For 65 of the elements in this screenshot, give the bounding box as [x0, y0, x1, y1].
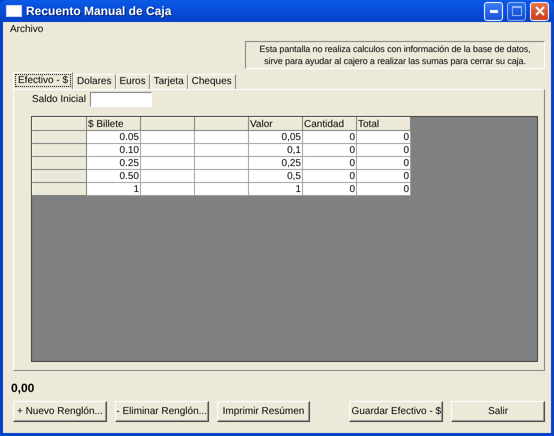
table-cell	[140, 130, 194, 144]
column-header: Total	[356, 118, 410, 130]
row-header[interactable]	[32, 182, 86, 196]
table-cell: 0,25	[248, 156, 302, 170]
column-header: Cantidad	[302, 118, 356, 130]
table-cell: 0,5	[248, 170, 302, 182]
table-cell: 0.10	[86, 144, 140, 156]
table-cell: 0.25	[86, 156, 140, 170]
corner-cell	[32, 118, 86, 130]
table-cell: 0,1	[248, 144, 302, 156]
maximize-button[interactable]	[507, 2, 526, 20]
window-title: Recuento Manual de Caja	[26, 3, 172, 20]
table-cell	[194, 182, 248, 196]
table-cell	[194, 170, 248, 182]
total-amount: 0,00	[11, 380, 36, 395]
tab[interactable]: Euros	[116, 74, 150, 89]
table-cell: 0.50	[86, 170, 140, 182]
table-cell: 0	[302, 130, 356, 144]
table-cell: 0	[302, 182, 356, 196]
tab[interactable]: Cheques	[188, 74, 236, 89]
maximize-icon	[512, 6, 522, 16]
close-button[interactable]	[530, 2, 549, 20]
column-header: Valor	[248, 118, 302, 130]
row-header[interactable]	[32, 170, 86, 182]
table-cell	[140, 144, 194, 156]
row-header[interactable]	[32, 144, 86, 156]
table-cell: 1	[248, 182, 302, 196]
action-button[interactable]: + Nuevo Renglón...	[13, 401, 107, 422]
table-cell	[140, 182, 194, 196]
table-cell: 0	[356, 182, 410, 196]
close-icon	[534, 6, 544, 16]
row-header[interactable]	[32, 130, 86, 144]
table-cell	[140, 170, 194, 182]
column-header	[194, 118, 248, 130]
table-cell	[194, 130, 248, 144]
table-cell	[194, 156, 248, 170]
table-cell: 0	[356, 170, 410, 182]
menu-item[interactable]: Archivo	[10, 22, 44, 37]
table-cell	[194, 144, 248, 156]
window-icon	[6, 5, 22, 17]
table-cell: 0	[302, 144, 356, 156]
tab[interactable]: Dolares	[73, 74, 116, 89]
action-button[interactable]: Salir	[451, 401, 545, 422]
table-cell: 0	[302, 170, 356, 182]
input-field[interactable]	[90, 92, 152, 107]
column-header	[140, 118, 194, 130]
minimize-button[interactable]	[484, 2, 503, 20]
column-header: $ Billete	[86, 118, 140, 130]
action-button[interactable]: Imprimir Resúmen	[216, 401, 310, 422]
table-cell: 0	[356, 156, 410, 170]
minimize-icon	[490, 10, 498, 12]
table-cell: 0,05	[248, 130, 302, 144]
table-cell: 0	[356, 144, 410, 156]
table-cell: 0.05	[86, 130, 140, 144]
tab[interactable]: Efectivo - $	[13, 72, 74, 89]
table-cell: 1	[86, 182, 140, 196]
table-cell	[140, 156, 194, 170]
field-label: Saldo Inicial	[32, 93, 86, 107]
action-button[interactable]: Guardar Efectivo - $	[349, 401, 444, 422]
table-cell: 0	[356, 130, 410, 144]
row-header[interactable]	[32, 156, 86, 170]
notice-text: Esta pantalla no realiza calculos con información de la base de datos, sirve para ayudar al cajero a realizar las sumas para cerrar su caja.	[245, 41, 545, 69]
tab[interactable]: Tarjeta	[150, 74, 188, 89]
table-cell: 0	[302, 156, 356, 170]
action-button[interactable]: - Eliminar Renglón...	[114, 401, 209, 422]
